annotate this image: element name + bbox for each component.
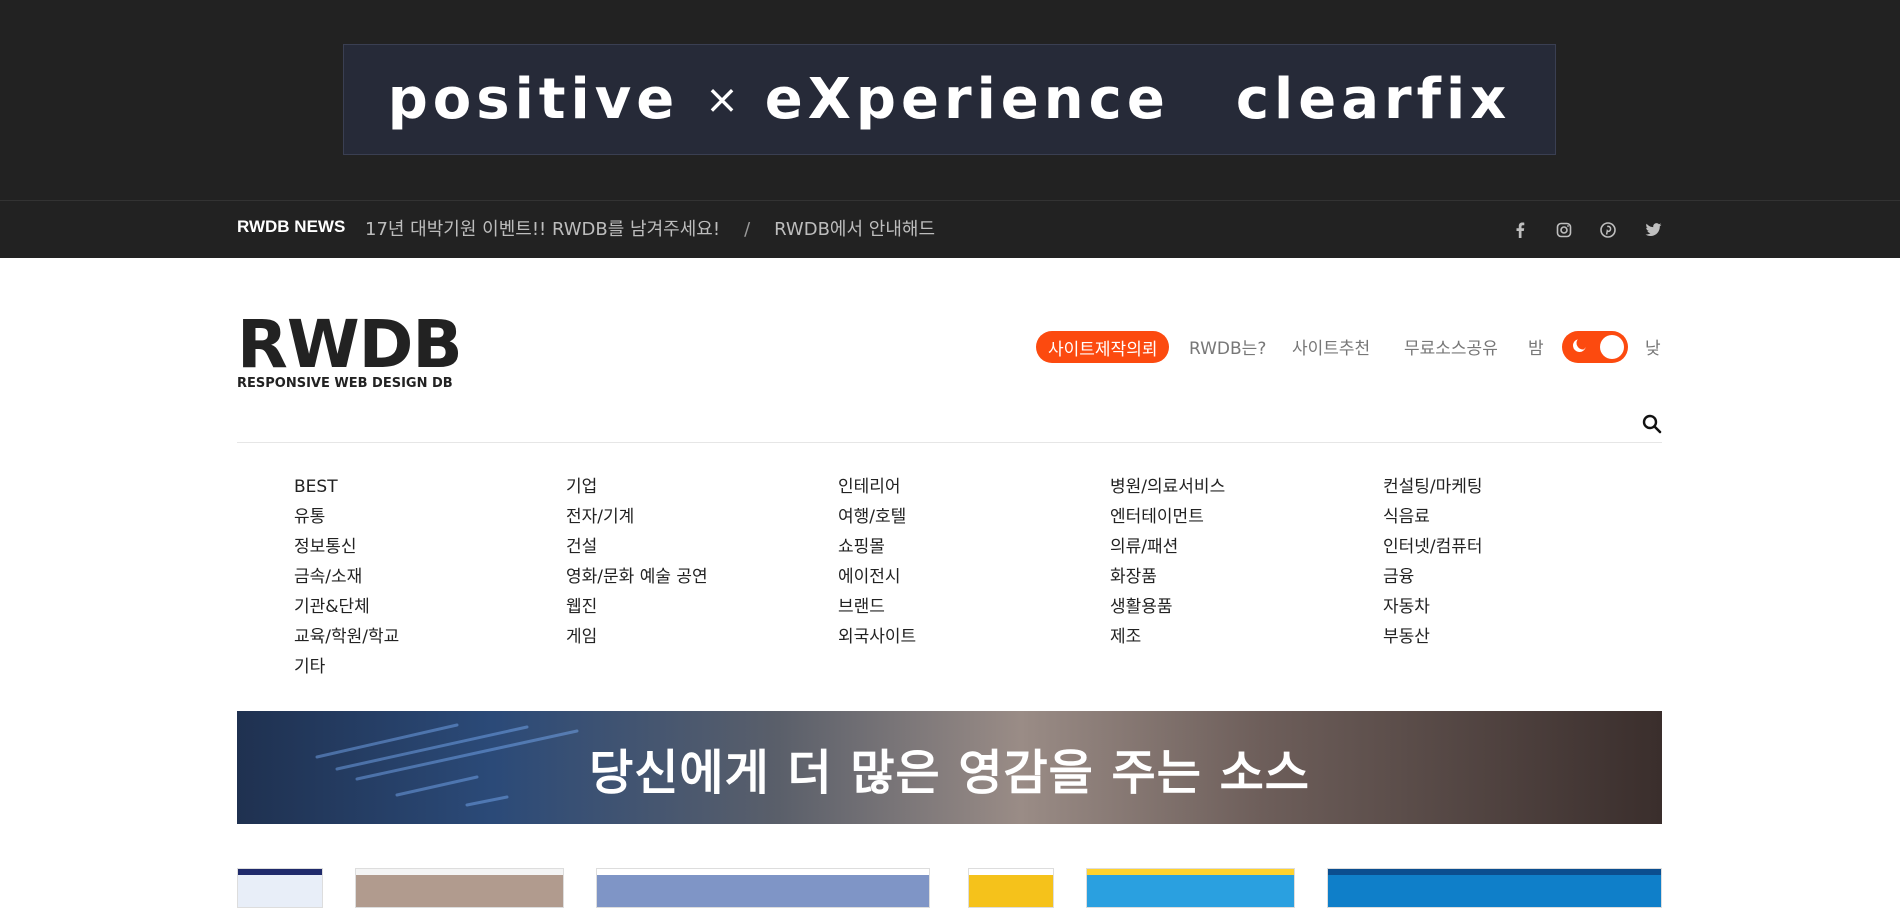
- category-item[interactable]: 의류/패션: [1110, 534, 1225, 564]
- site-thumbnail[interactable]: [968, 868, 1054, 908]
- search-icon[interactable]: [1642, 414, 1662, 434]
- category-item[interactable]: 인터넷/컴퓨터: [1383, 534, 1483, 564]
- hero-banner: 당신에게 더 많은 영감을 주는 소스: [237, 711, 1662, 824]
- category-item[interactable]: 기업: [566, 474, 708, 504]
- banner-times-symbol: ×: [705, 76, 739, 123]
- news-separator: /: [744, 219, 751, 240]
- category-column-2: 기업 전자/기계 건설 영화/문화 예술 공연 웹진 게임: [566, 474, 708, 654]
- category-item[interactable]: 금속/소재: [294, 564, 399, 594]
- category-column-4: 병원/의료서비스 엔터테이먼트 의류/패션 화장품 생활용품 제조: [1110, 474, 1225, 654]
- top-banner: positive × eXperience clearfix: [0, 0, 1900, 200]
- category-item[interactable]: 정보통신: [294, 534, 399, 564]
- logo-main-text: RWDB: [237, 306, 463, 383]
- category-item[interactable]: 에이전시: [838, 564, 916, 594]
- site-thumbnail[interactable]: [1086, 868, 1295, 908]
- category-item[interactable]: 금융: [1383, 564, 1483, 594]
- twitter-icon[interactable]: [1642, 219, 1664, 241]
- category-item[interactable]: BEST: [294, 474, 399, 504]
- banner-word-experience: eXperience: [764, 67, 1170, 132]
- category-column-1: BEST 유통 정보통신 금속/소재 기관&단체 교육/학원/학교 기타: [294, 474, 399, 684]
- header-divider: [237, 442, 1662, 443]
- theme-toggle[interactable]: [1562, 331, 1628, 363]
- category-item[interactable]: 게임: [566, 624, 708, 654]
- category-item[interactable]: 웹진: [566, 594, 708, 624]
- category-item[interactable]: 자동차: [1383, 594, 1483, 624]
- category-column-3: 인테리어 여행/호텔 쇼핑몰 에이전시 브랜드 외국사이트: [838, 474, 916, 654]
- category-item[interactable]: 병원/의료서비스: [1110, 474, 1225, 504]
- category-item[interactable]: 건설: [566, 534, 708, 564]
- category-item[interactable]: 유통: [294, 504, 399, 534]
- nav-link-about[interactable]: RWDB는?: [1189, 334, 1266, 359]
- nav-link-recommend[interactable]: 사이트추천: [1292, 334, 1370, 359]
- category-item[interactable]: 기타: [294, 654, 399, 684]
- category-item[interactable]: 교육/학원/학교: [294, 624, 399, 654]
- category-item[interactable]: 제조: [1110, 624, 1225, 654]
- facebook-icon[interactable]: [1509, 219, 1531, 241]
- news-item[interactable]: RWDB에서 안내해드리는: [774, 219, 935, 240]
- logo-sub-text: RESPONSIVE WEB DESIGN DB: [237, 376, 453, 391]
- site-request-button[interactable]: 사이트제작의뢰: [1036, 331, 1170, 363]
- category-item[interactable]: 화장품: [1110, 564, 1225, 594]
- category-item[interactable]: 인테리어: [838, 474, 916, 504]
- category-item[interactable]: 엔터테이먼트: [1110, 504, 1225, 534]
- category-item[interactable]: 기관&단체: [294, 594, 399, 624]
- category-item[interactable]: 컨설팅/마케팅: [1383, 474, 1483, 504]
- site-thumbnail[interactable]: [1327, 868, 1662, 908]
- category-item[interactable]: 부동산: [1383, 624, 1483, 654]
- category-item[interactable]: 외국사이트: [838, 624, 916, 654]
- site-thumbnail[interactable]: [237, 868, 323, 908]
- day-label: 낮: [1645, 339, 1661, 359]
- category-item[interactable]: 쇼핑몰: [838, 534, 916, 564]
- category-column-5: 컨설팅/마케팅 식음료 인터넷/컴퓨터 금융 자동차 부동산: [1383, 474, 1483, 654]
- category-item[interactable]: 영화/문화 예술 공연: [566, 564, 708, 594]
- news-bar: RWDB NEWS 17년 대박기원 이벤트!! RWDB를 남겨주세요! / RW…: [0, 200, 1900, 258]
- banner-word-positive: positive: [387, 67, 680, 132]
- instagram-icon[interactable]: [1553, 219, 1575, 241]
- ad-banner[interactable]: positive × eXperience clearfix: [343, 44, 1556, 155]
- news-item[interactable]: 17년 대박기원 이벤트!! RWDB를 남겨주세요!: [365, 219, 720, 240]
- nav-link-free-source[interactable]: 무료소스공유: [1404, 334, 1498, 359]
- category-item[interactable]: 브랜드: [838, 594, 916, 624]
- category-item[interactable]: 식음료: [1383, 504, 1483, 534]
- category-item[interactable]: 생활용품: [1110, 594, 1225, 624]
- news-title: RWDB NEWS: [237, 217, 346, 236]
- site-thumbnail[interactable]: [355, 868, 564, 908]
- site-thumbnail[interactable]: [596, 868, 930, 908]
- pinterest-icon[interactable]: [1597, 219, 1619, 241]
- site-logo[interactable]: RWDB RESPONSIVE WEB DESIGN DB: [237, 306, 465, 392]
- category-item[interactable]: 전자/기계: [566, 504, 708, 534]
- category-item[interactable]: 여행/호텔: [838, 504, 916, 534]
- moon-icon: [1571, 336, 1589, 359]
- hero-text: 당신에게 더 많은 영감을 주는 소스: [589, 744, 1310, 801]
- news-ticker: 17년 대박기원 이벤트!! RWDB를 남겨주세요! / RWDB에서 안내해드리…: [365, 215, 935, 243]
- night-label: 밤: [1528, 339, 1544, 359]
- banner-word-clearfix: clearfix: [1235, 67, 1512, 132]
- toggle-knob: [1600, 335, 1624, 359]
